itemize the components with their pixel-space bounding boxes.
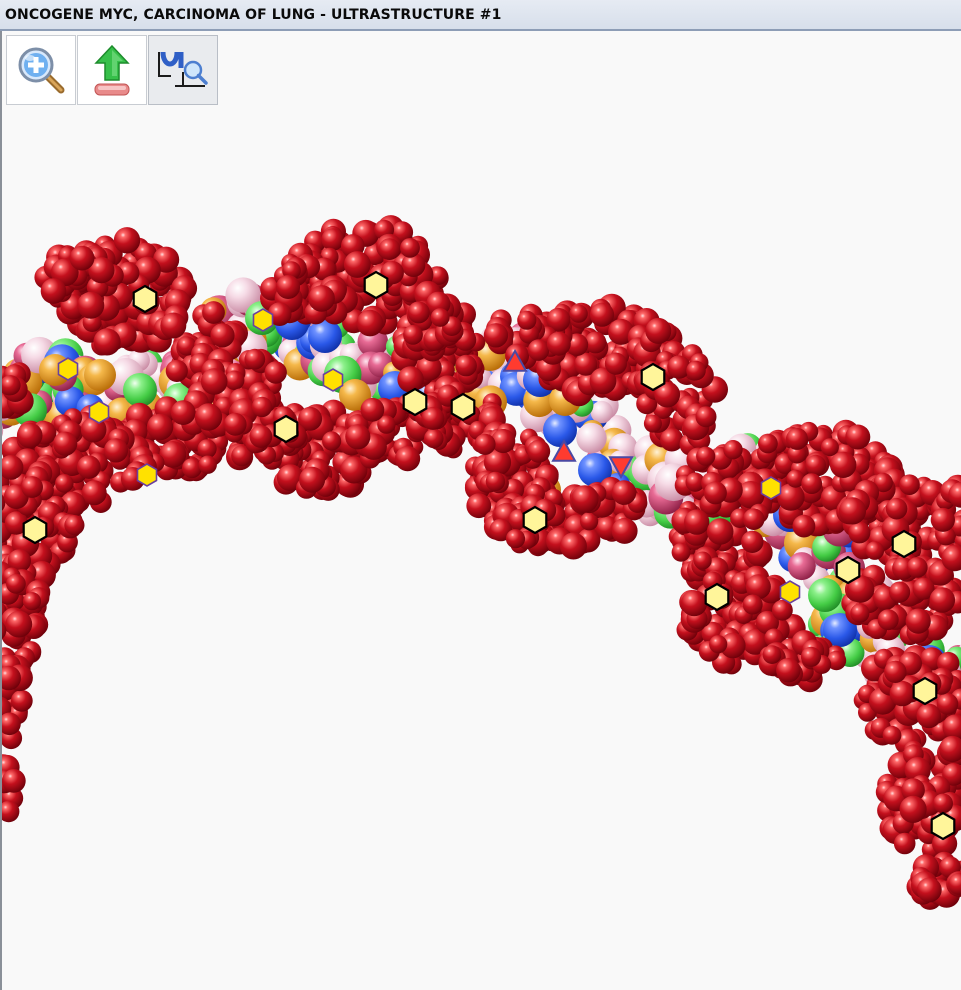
marker-hexagon[interactable] [273, 414, 299, 444]
structure-inspect-button[interactable] [148, 35, 218, 105]
zoom-in-button[interactable] [6, 35, 76, 105]
upload-button[interactable] [77, 35, 147, 105]
marker-hexagon-small[interactable] [88, 400, 110, 424]
marker-hexagon[interactable] [912, 676, 938, 706]
viewer-toolbar [6, 35, 219, 105]
marker-hexagon[interactable] [891, 529, 917, 559]
marker-hexagon-small[interactable] [760, 476, 782, 500]
viewer-window: ONCOGENE MYC, CARCINOMA OF LUNG - ULTRAS… [0, 0, 961, 990]
marker-hexagon-small[interactable] [322, 368, 344, 392]
title-bar: ONCOGENE MYC, CARCINOMA OF LUNG - ULTRAS… [0, 0, 961, 31]
marker-hexagon[interactable] [450, 392, 476, 422]
structure-magnifier-icon [158, 51, 208, 87]
green-up-arrow-icon [94, 44, 130, 96]
marker-hexagon[interactable] [704, 582, 730, 612]
marker-hexagon[interactable] [132, 284, 158, 314]
marker-hexagon[interactable] [522, 505, 548, 535]
dna-helix-model[interactable] [2, 31, 961, 990]
marker-hexagon[interactable] [402, 387, 428, 417]
marker-hexagon-small[interactable] [57, 357, 79, 381]
magnifier-plus-icon [18, 47, 65, 94]
marker-hexagon[interactable] [363, 270, 389, 300]
marker-hexagon[interactable] [835, 555, 861, 585]
window-title: ONCOGENE MYC, CARCINOMA OF LUNG - ULTRAS… [5, 7, 502, 23]
structure-viewer[interactable] [0, 31, 961, 990]
marker-hexagon[interactable] [640, 362, 666, 392]
marker-hexagon-small[interactable] [779, 580, 801, 604]
marker-hexagon-small[interactable] [252, 308, 274, 332]
marker-hexagon-small[interactable] [136, 463, 158, 487]
marker-hexagon[interactable] [930, 811, 956, 841]
marker-hexagon[interactable] [22, 515, 48, 545]
